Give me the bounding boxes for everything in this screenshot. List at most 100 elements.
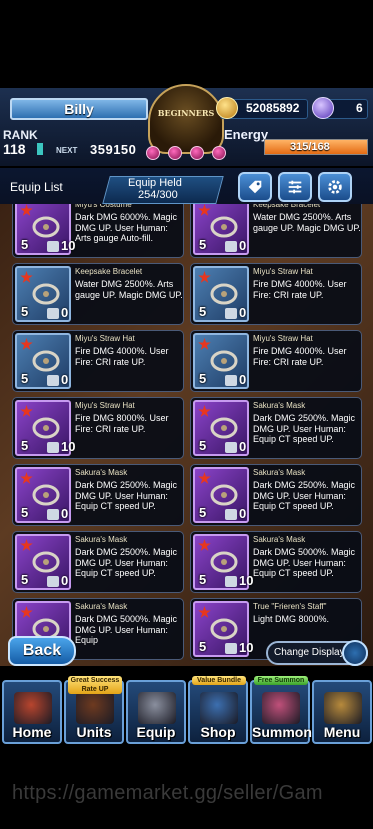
equip-name: Sakura's Mask [75, 535, 128, 544]
equip-name: Miyu's Costume [75, 204, 132, 209]
rarity-value: 5 [199, 237, 207, 252]
settings-button[interactable] [318, 172, 352, 202]
equip-list-title: Equip List [10, 180, 63, 194]
equip-thumbnail: 50 [15, 467, 71, 523]
equip-name: Sakura's Mask [75, 602, 128, 611]
equip-thumbnail: 5 10 [15, 204, 75, 255]
equip-card[interactable]: 5 0 Keepsake Bracelet Water DMG 2500%. Arts… [12, 263, 184, 325]
equip-name: Sakura's Mask [253, 401, 306, 410]
equip-name: Keepsake Bracelet [253, 204, 321, 209]
nav-label: Menu [323, 724, 361, 740]
level-badge-icon [225, 375, 237, 386]
nav-menu[interactable]: Menu [312, 680, 372, 744]
equipment-icon [210, 417, 238, 439]
equip-thumbnail: 5 10 [193, 534, 253, 590]
equip-card[interactable]: 5 0 Sakura's Mask Dark DMG 2500%. Magic DMG… [12, 531, 184, 593]
equip-name: Miyu's Straw Hat [253, 334, 313, 343]
nav-equip[interactable]: Equip [126, 680, 186, 744]
equip-thumbnail: 5 10 [15, 400, 75, 456]
equipment-icon [210, 350, 238, 372]
equip-thumbnail: 50 [15, 534, 71, 590]
units-icon [76, 692, 114, 724]
level-value: 0 [61, 305, 69, 320]
equip-card[interactable]: 5 10 Miyu's Costume Dark DMG 6000%. Magic D… [12, 204, 184, 258]
level-badge-icon [225, 308, 237, 319]
equip-card[interactable]: 5 10 Sakura's Mask Dark DMG 5000%. Magic DM… [190, 531, 362, 593]
nav-label: Shop [200, 724, 236, 740]
equip-held-label: Equip Held [128, 177, 182, 189]
equip-held-value: 254/300 [138, 189, 178, 201]
watermark: https://gamemarket.gg/seller/Gam [12, 782, 323, 804]
equip-description: Fire DMG 8000%. User Fire: CRI rate UP. [75, 413, 169, 434]
rarity-value: 5 [199, 371, 207, 386]
rank-label: RANK [3, 128, 38, 142]
level-value: 10 [61, 439, 76, 454]
orb-row [146, 146, 226, 162]
filter-button[interactable] [278, 172, 312, 202]
equip-card[interactable]: 5 0 Sakura's Mask Dark DMG 2500%. Magic DMG… [190, 397, 362, 459]
level-badge-icon [47, 375, 59, 386]
beginners-emblem[interactable] [148, 84, 224, 154]
level-badge-icon [47, 241, 59, 252]
equip-name: Miyu's Straw Hat [75, 401, 135, 410]
rank-value: 118 [3, 141, 26, 157]
equip-description: Fire DMG 4000%. User Fire: CRI rate UP. [253, 279, 347, 300]
gem-value: 6 [356, 101, 363, 115]
equip-card[interactable]: 5 0 Keepsake Bracelet Water DMG 2500%. Arts… [190, 204, 362, 258]
rarity-value: 5 [21, 237, 29, 252]
level-value: 10 [61, 238, 76, 253]
equip-card[interactable]: 5 0 Sakura's Mask Dark DMG 2500%. Magic DMG… [190, 464, 362, 526]
rarity-value: 5 [199, 438, 207, 453]
refresh-icon[interactable] [342, 640, 368, 666]
equip-card[interactable]: 5 0 Miyu's Straw Hat Fire DMG 4000%. User F… [190, 263, 362, 325]
tag-icon [248, 180, 262, 194]
equipment-icon [210, 283, 238, 305]
orb-icon [212, 146, 226, 160]
equip-description: Dark DMG 5000%. Magic DMG UP. User Human… [253, 547, 356, 578]
level-badge-icon [47, 308, 59, 319]
filter-icon [288, 180, 302, 194]
gear-icon [328, 180, 342, 194]
equip-name: Miyu's Straw Hat [253, 267, 313, 276]
orb-icon [168, 146, 182, 160]
emblem-label: BEGINNERS [157, 108, 215, 118]
rarity-value: 5 [199, 505, 207, 520]
equipment-grid[interactable]: 5 10 Miyu's Costume Dark DMG 6000%. Magic D… [0, 204, 373, 666]
level-value: 0 [239, 305, 247, 320]
game-screen: Billy RANK 118 NEXT 359150 BEGINNERS 520… [0, 0, 373, 829]
rarity-value: 5 [21, 572, 29, 587]
equip-description: Water DMG 2500%. Arts gauge UP. Magic DM… [75, 279, 183, 300]
nav-home[interactable]: Home [2, 680, 62, 744]
equipment-icon [32, 283, 60, 305]
equipment-icon [210, 618, 238, 640]
equip-thumbnail: 50 [193, 400, 249, 456]
equip-card[interactable]: 5 10 Miyu's Straw Hat Fire DMG 8000%. User … [12, 397, 184, 459]
back-button[interactable]: Back [8, 636, 76, 666]
equip-description: Fire DMG 4000%. User Fire: CRI rate UP. [253, 346, 347, 367]
level-value: 10 [239, 640, 254, 655]
equipment-icon [32, 417, 60, 439]
equip-card[interactable]: 5 0 Sakura's Mask Dark DMG 2500%. Magic DMG… [12, 464, 184, 526]
equipment-icon [32, 551, 60, 573]
equip-name: Keepsake Bracelet [75, 267, 143, 276]
nav-shop[interactable]: Value Bundle Shop [188, 676, 248, 744]
equip-description: Dark DMG 2500%. Magic DMG UP. User Human… [253, 480, 356, 511]
nav-promo-tag: Great Success Rate UP [68, 676, 122, 694]
equip-card[interactable]: 5 0 Miyu's Straw Hat Fire DMG 4000%. User F… [12, 330, 184, 392]
equip-thumbnail: 50 [15, 333, 71, 389]
level-value: 0 [239, 238, 247, 253]
nav-summon[interactable]: Free Summon Summon [250, 676, 312, 744]
level-value: 0 [61, 372, 69, 387]
equip-card[interactable]: 5 0 Miyu's Straw Hat Fire DMG 4000%. User F… [190, 330, 362, 392]
equip-thumbnail: 50 [193, 204, 249, 255]
orb-icon [190, 146, 204, 160]
nav-promo-tag: Value Bundle [192, 676, 246, 685]
equip-description: Dark DMG 2500%. Magic DMG UP. User Human… [75, 547, 178, 578]
equip-name: True "Frieren's Staff" [253, 602, 327, 611]
level-value: 0 [61, 573, 69, 588]
equipment-icon [210, 551, 238, 573]
tag-button[interactable] [238, 172, 272, 202]
player-name[interactable]: Billy [10, 98, 148, 120]
nav-units[interactable]: Great Success Rate UP Units [64, 676, 124, 744]
equip-thumbnail: 50 [193, 266, 249, 322]
